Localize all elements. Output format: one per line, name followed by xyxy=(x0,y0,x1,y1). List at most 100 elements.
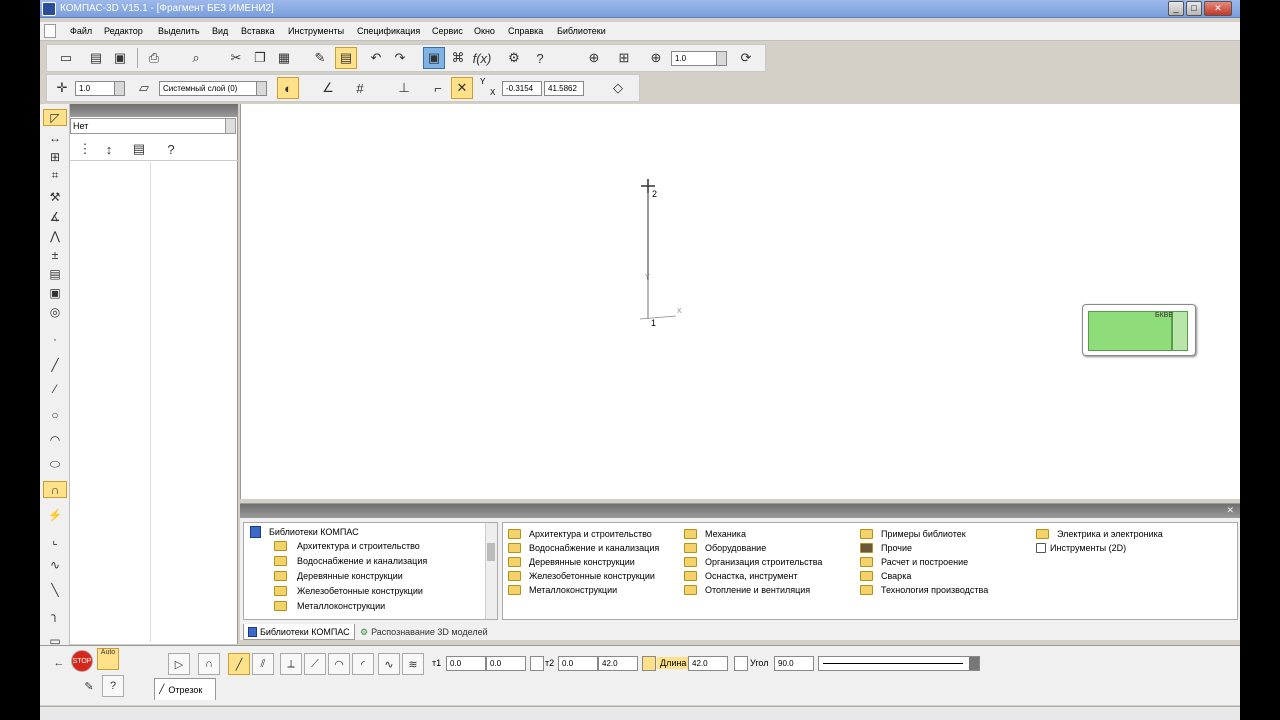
library-manager-icon[interactable]: ⚙ xyxy=(503,47,525,69)
edit-icon[interactable]: ⌗ xyxy=(43,167,67,184)
aerial-view-box[interactable]: БКВЕ xyxy=(1082,304,1196,356)
line-style-select[interactable] xyxy=(818,656,980,671)
spec-icon[interactable]: ▤ xyxy=(43,265,67,282)
panel-header[interactable] xyxy=(70,104,238,117)
coord-x-field[interactable]: -0.3154 xyxy=(502,81,542,96)
chevron-down-icon[interactable] xyxy=(225,119,235,133)
tree-icon[interactable]: ⌘ xyxy=(447,47,469,69)
manager-icon[interactable]: ▣ xyxy=(423,47,445,69)
close-button[interactable]: ✕ xyxy=(1204,1,1232,16)
new-document-icon[interactable]: ▭ xyxy=(55,47,77,69)
tree-item[interactable]: Металлоконструкции xyxy=(274,601,385,611)
library-item[interactable]: Прочие xyxy=(860,543,912,553)
tolerance-icon[interactable]: ± xyxy=(43,246,67,263)
triangle-mode-icon[interactable]: ▷ xyxy=(168,653,190,675)
spline-mode-icon[interactable]: ∿ xyxy=(378,653,400,675)
help-icon[interactable]: ? xyxy=(160,138,182,160)
chevron-down-icon[interactable] xyxy=(969,657,979,670)
arc-tangent-mode-icon[interactable]: ◜ xyxy=(352,653,374,675)
local-cs-icon[interactable]: ∠ xyxy=(317,77,339,99)
save-icon[interactable]: ▣ xyxy=(109,47,131,69)
library-item[interactable]: Организация строительства xyxy=(684,557,822,567)
stop-button[interactable]: STOP xyxy=(71,650,93,672)
undo-icon[interactable]: ↶ xyxy=(365,47,387,69)
reports-icon[interactable]: ▣ xyxy=(43,284,67,301)
cursor-step-icon[interactable]: ✛ xyxy=(51,77,73,99)
library-item[interactable]: Электрика и электроника xyxy=(1036,529,1163,539)
arc-mode-icon[interactable]: ∩ xyxy=(198,653,220,675)
help-cursor-icon[interactable]: ? xyxy=(529,47,551,69)
library-item[interactable]: Отопление и вентиляция xyxy=(684,585,810,595)
tab-kompas-libraries[interactable]: Библиотеки КОМПАС xyxy=(243,624,355,640)
continuous-input-icon[interactable]: ∩ xyxy=(43,481,67,498)
menu-help[interactable]: Справка xyxy=(508,26,543,36)
menu-file[interactable]: Файл xyxy=(70,26,92,36)
angle-checkbox[interactable] xyxy=(734,656,748,671)
library-item[interactable]: Инструменты (2D) xyxy=(1036,543,1126,553)
library-item[interactable]: Расчет и построение xyxy=(860,557,968,567)
dimensions-icon[interactable]: ↔ xyxy=(43,129,67,146)
menu-insert[interactable]: Вставка xyxy=(241,26,274,36)
library-item[interactable]: Железобетонные конструкции xyxy=(508,571,655,581)
library-item[interactable]: Технология производства xyxy=(860,585,988,595)
circle-icon[interactable]: ○ xyxy=(43,406,67,423)
help-icon[interactable]: ? xyxy=(102,675,124,697)
tree-item[interactable]: Архитектура и строительство xyxy=(274,541,420,551)
brush-icon[interactable]: ✎ xyxy=(78,675,100,697)
library-item[interactable]: Механика xyxy=(684,529,746,539)
library-item[interactable]: Оборудование xyxy=(684,543,766,553)
maximize-button[interactable]: □ xyxy=(1186,1,1202,16)
aerial-view-scroll[interactable] xyxy=(1172,311,1188,351)
zoom-window-icon[interactable]: ⊞ xyxy=(613,47,635,69)
library-item[interactable]: Металлоконструкции xyxy=(508,585,617,595)
measure-icon[interactable]: ∡ xyxy=(43,208,67,225)
geometry-panel-icon[interactable]: ◸ xyxy=(43,109,67,126)
tree-scrollbar[interactable] xyxy=(485,523,497,619)
hatch-icon[interactable]: ⌞ xyxy=(43,531,67,548)
fill-icon[interactable]: ⚡ xyxy=(43,506,67,523)
library-item[interactable]: Деревянные конструкции xyxy=(508,557,635,567)
layers-icon[interactable]: ▱ xyxy=(133,77,155,99)
orthogonal-icon[interactable]: ⊥ xyxy=(393,77,415,99)
segment-mode-icon[interactable]: ╱ xyxy=(228,653,250,675)
point-icon[interactable]: · xyxy=(43,330,67,347)
library-item[interactable]: Водоснабжение и канализация xyxy=(508,543,659,553)
chevron-down-icon[interactable] xyxy=(114,82,124,95)
nurbs-mode-icon[interactable]: ≋ xyxy=(402,653,424,675)
perpendicular-mode-icon[interactable]: ⟂ xyxy=(280,653,302,675)
parallel-mode-icon[interactable]: ⫽ xyxy=(252,653,274,675)
zoom-scale-icon[interactable]: ⊕ xyxy=(645,47,667,69)
zoom-in-icon[interactable]: ⊕ xyxy=(583,47,605,69)
snap-magnet-icon[interactable]: ◐ xyxy=(277,77,299,99)
panel-header[interactable]: ✕ xyxy=(240,504,1240,518)
angle-field[interactable]: 90.0 xyxy=(774,656,814,671)
round-icon[interactable]: ⌐ xyxy=(427,77,449,99)
list-icon[interactable]: ⋮ xyxy=(74,138,96,160)
bezier-icon[interactable]: ╲ xyxy=(43,581,67,598)
length-field[interactable]: 42.0 xyxy=(688,656,728,671)
menu-window[interactable]: Окно xyxy=(474,26,495,36)
print-preview-icon[interactable]: ⌕ xyxy=(185,47,207,69)
t1-x-field[interactable]: 0.0 xyxy=(446,656,486,671)
auto-create-button[interactable]: Auto xyxy=(97,648,119,670)
t2-checkbox[interactable] xyxy=(530,656,544,671)
menu-service[interactable]: Сервис xyxy=(432,26,463,36)
insert-icon[interactable]: ◎ xyxy=(43,303,67,320)
print-icon[interactable]: ⎙ xyxy=(143,47,165,69)
filter-select[interactable]: Нет xyxy=(70,118,236,134)
menu-select[interactable]: Выделить xyxy=(158,26,200,36)
library-item[interactable]: Примеры библиотек xyxy=(860,529,966,539)
arc3-mode-icon[interactable]: ◠ xyxy=(328,653,350,675)
spline-icon[interactable]: ∿ xyxy=(43,556,67,573)
arc-icon[interactable]: ◠ xyxy=(43,431,67,448)
tab-3d-recognition[interactable]: ⚙ Распознавание 3D моделей xyxy=(356,624,492,640)
coord-y-field[interactable]: 41.5862 xyxy=(544,81,584,96)
t1-y-field[interactable]: 0.0 xyxy=(486,656,526,671)
copy-icon[interactable]: ❐ xyxy=(249,47,271,69)
refresh-icon[interactable]: ⟳ xyxy=(735,47,757,69)
layer-select[interactable]: Системный слой (0) xyxy=(159,81,267,96)
scrollbar-thumb[interactable] xyxy=(487,543,495,561)
close-icon[interactable]: ✕ xyxy=(1226,505,1234,516)
length-checkbox[interactable] xyxy=(642,656,656,671)
sort-icon[interactable]: ↕ xyxy=(98,138,120,160)
